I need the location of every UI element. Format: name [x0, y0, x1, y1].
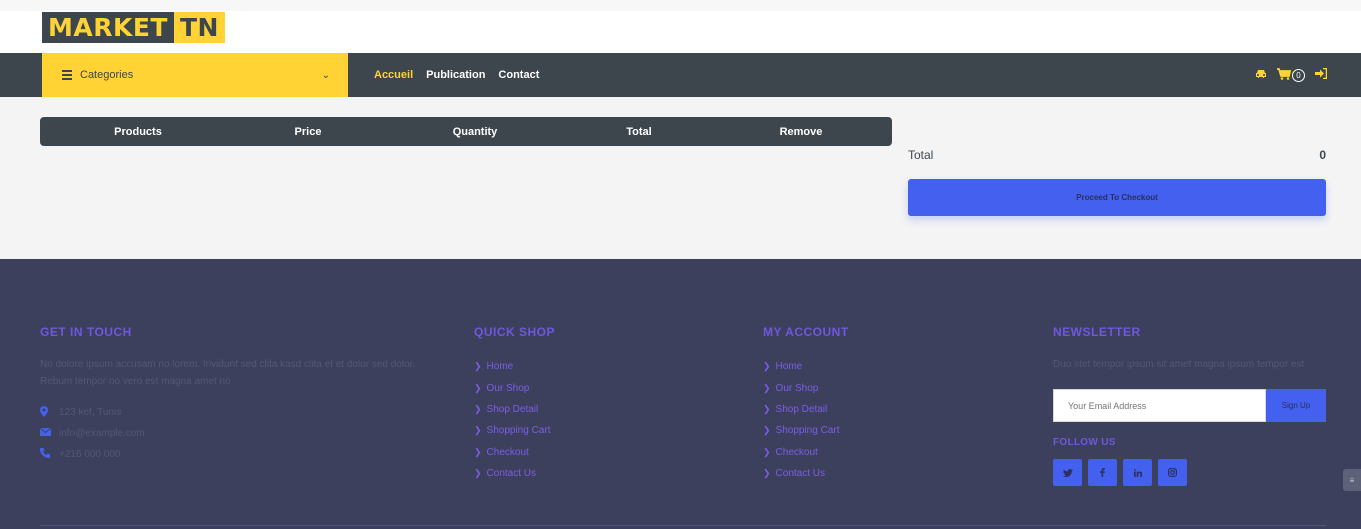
- quick-shop-heading: QUICK SHOP: [474, 325, 556, 339]
- my-account-link-shopping-cart[interactable]: ❯ Shopping Cart: [763, 420, 963, 441]
- logo-bar: MARKET TN: [0, 11, 1361, 53]
- link-label: Shop Detail: [775, 403, 828, 415]
- link-label: Our Shop: [775, 382, 819, 394]
- chevron-right-icon: ❯: [763, 446, 771, 457]
- chevron-right-icon: ❯: [474, 446, 482, 457]
- total-value: 0: [1319, 148, 1326, 162]
- contact-email: info@example.com: [39, 425, 425, 442]
- column-price: Price: [294, 125, 322, 138]
- brand-logo[interactable]: MARKET TN: [42, 12, 225, 43]
- contact-phone: +216 000 000: [40, 446, 425, 463]
- quick-shop-link-shop-detail[interactable]: ❯ Shop Detail: [474, 399, 674, 420]
- link-label: Home: [775, 361, 803, 373]
- newsletter-heading: NEWSLETTER: [1053, 325, 1141, 339]
- brand-logo-part1: MARKET: [42, 12, 174, 43]
- twitter-icon[interactable]: [1053, 459, 1082, 486]
- sign-in-icon[interactable]: [1315, 67, 1328, 82]
- contact-address-text: 123 kef, Tunis: [59, 407, 122, 418]
- menu-bars-icon: [62, 68, 72, 82]
- column-total: Total: [626, 125, 652, 138]
- nav-icons: 0: [1255, 53, 1328, 97]
- link-label: Home: [486, 361, 514, 373]
- categories-label: Categories: [80, 69, 134, 81]
- nav-link-publication[interactable]: Publication: [426, 69, 485, 81]
- cart-link[interactable]: 0: [1277, 67, 1305, 83]
- chevron-right-icon: ❯: [474, 403, 482, 414]
- my-account-link-shop-detail[interactable]: ❯ Shop Detail: [763, 399, 963, 420]
- newsletter-text: Duo stet tempor ipsum sit amet magna ips…: [1053, 359, 1305, 370]
- link-label: Our Shop: [486, 382, 530, 394]
- chevron-right-icon: ❯: [474, 361, 482, 372]
- contact-email-text: info@example.com: [59, 428, 145, 439]
- instagram-icon[interactable]: [1158, 459, 1187, 486]
- nav-link-accueil[interactable]: Accueil: [374, 69, 413, 81]
- link-label: Shopping Cart: [775, 425, 840, 437]
- link-label: Shopping Cart: [486, 425, 551, 437]
- sign-up-button[interactable]: Sign Up: [1266, 389, 1326, 422]
- cart-table-header: Products Price Quantity Total Remove: [40, 117, 892, 146]
- quick-shop-link-home[interactable]: ❯ Home: [474, 356, 674, 377]
- side-widget-icon[interactable]: ≡: [1343, 469, 1361, 491]
- link-label: Checkout: [486, 446, 529, 458]
- my-account-link-home[interactable]: ❯ Home: [763, 356, 963, 377]
- follow-us-heading: FOLLOW US: [1053, 437, 1116, 448]
- footer-quick-shop: QUICK SHOP ❯ Home ❯ Our Shop ❯ Shop Detail …: [474, 325, 674, 484]
- car-icon[interactable]: [1255, 68, 1267, 82]
- social-links: [1053, 459, 1326, 486]
- my-account-link-checkout[interactable]: ❯ Checkout: [763, 442, 963, 463]
- nav-link-contact[interactable]: Contact: [498, 69, 539, 81]
- newsletter-email-input[interactable]: [1053, 389, 1266, 422]
- chevron-right-icon: ❯: [474, 382, 482, 393]
- footer-newsletter: NEWSLETTER Duo stet tempor ipsum sit ame…: [1053, 325, 1326, 486]
- my-account-link-our-shop[interactable]: ❯ Our Shop: [763, 377, 963, 398]
- linkedin-icon[interactable]: [1123, 459, 1152, 486]
- envelope-icon: [39, 427, 59, 439]
- contact-phone-text: +216 000 000: [59, 449, 121, 460]
- chevron-down-icon: ⌄: [321, 69, 330, 81]
- footer-divider: [40, 525, 1326, 526]
- cart-count-badge: 0: [1292, 68, 1305, 82]
- total-label: Total: [908, 148, 934, 162]
- shopping-cart-icon: [1277, 67, 1292, 83]
- link-label: Shop Detail: [486, 403, 539, 415]
- link-label: Contact Us: [775, 468, 826, 480]
- footer: GET IN TOUCH No dolore ipsum accusam no …: [0, 259, 1361, 529]
- chevron-right-icon: ❯: [763, 468, 771, 479]
- link-label: Checkout: [775, 446, 818, 458]
- column-remove: Remove: [779, 125, 823, 138]
- quick-shop-link-contact-us[interactable]: ❯ Contact Us: [474, 463, 674, 484]
- categories-dropdown[interactable]: Categories ⌄: [42, 53, 348, 97]
- proceed-to-checkout-button[interactable]: Proceed To Checkout: [908, 179, 1326, 216]
- brand-logo-part2: TN: [173, 12, 225, 43]
- column-quantity: Quantity: [452, 125, 498, 138]
- footer-my-account: MY ACCOUNT ❯ Home ❯ Our Shop ❯ Shop Detail …: [763, 325, 963, 484]
- top-strip: [0, 0, 1361, 11]
- newsletter-form: Sign Up: [1053, 389, 1326, 422]
- chevron-right-icon: ❯: [763, 403, 771, 414]
- chevron-right-icon: ❯: [763, 361, 771, 372]
- quick-shop-link-checkout[interactable]: ❯ Checkout: [474, 442, 674, 463]
- map-marker-icon: [40, 405, 59, 420]
- footer-get-in-touch: GET IN TOUCH No dolore ipsum accusam no …: [39, 325, 425, 463]
- quick-shop-link-shopping-cart[interactable]: ❯ Shopping Cart: [474, 420, 674, 441]
- get-in-touch-text: No dolore ipsum accusam no lorem. Invidu…: [40, 359, 416, 387]
- main-navbar: Categories ⌄ Accueil Publication Contact…: [0, 53, 1361, 97]
- phone-icon: [40, 448, 59, 461]
- get-in-touch-heading: GET IN TOUCH: [40, 325, 132, 339]
- chevron-right-icon: ❯: [763, 382, 771, 393]
- cart-total-row: Total 0: [908, 148, 1326, 164]
- my-account-heading: MY ACCOUNT: [763, 325, 849, 339]
- chevron-right-icon: ❯: [474, 468, 482, 479]
- column-products: Products: [114, 125, 162, 138]
- nav-links: Accueil Publication Contact: [374, 53, 539, 97]
- chevron-right-icon: ❯: [763, 425, 771, 436]
- my-account-link-contact-us[interactable]: ❯ Contact Us: [763, 463, 963, 484]
- link-label: Contact Us: [486, 468, 537, 480]
- contact-address: 123 kef, Tunis: [40, 404, 425, 421]
- facebook-icon[interactable]: [1088, 459, 1117, 486]
- quick-shop-link-our-shop[interactable]: ❯ Our Shop: [474, 377, 674, 398]
- chevron-right-icon: ❯: [474, 425, 482, 436]
